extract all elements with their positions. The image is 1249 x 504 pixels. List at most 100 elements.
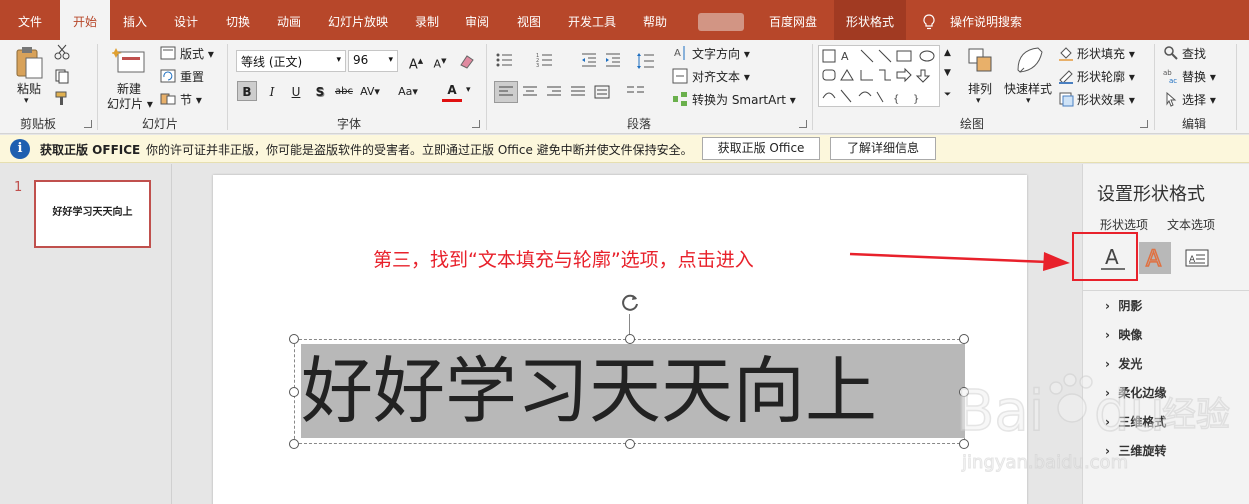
gallery-more-icon[interactable]: ⏷: [944, 90, 951, 100]
paste-dropdown-icon[interactable]: ▾: [24, 96, 29, 106]
font-family-select[interactable]: 等线 (正文) ▾: [236, 50, 346, 72]
text-direction-button[interactable]: 文字方向 ▾: [692, 45, 750, 62]
tab-insert[interactable]: 插入: [112, 0, 158, 40]
rotate-handle-icon[interactable]: [619, 292, 641, 314]
resize-handle-bottom[interactable]: [625, 439, 635, 449]
align-right-icon[interactable]: [546, 85, 562, 99]
layout-button[interactable]: 版式 ▾: [180, 45, 214, 62]
distributed-icon[interactable]: [594, 85, 610, 99]
shape-effects-button[interactable]: 形状效果 ▾: [1077, 91, 1135, 108]
tab-transitions[interactable]: 切换: [215, 0, 261, 40]
font-size-select[interactable]: 96 ▾: [348, 50, 398, 72]
align-text-button[interactable]: 对齐文本 ▾: [692, 68, 750, 85]
tab-view[interactable]: 视图: [506, 0, 552, 40]
slide-thumbnail[interactable]: 好好学习天天向上: [34, 180, 151, 248]
columns-icon[interactable]: [626, 85, 646, 99]
shape-fill-button[interactable]: 形状填充 ▾: [1077, 45, 1135, 62]
quick-styles-icon[interactable]: [1014, 44, 1044, 76]
copy-icon[interactable]: [54, 68, 70, 84]
bullets-icon[interactable]: [496, 52, 518, 68]
tab-developer[interactable]: 开发工具: [561, 0, 623, 40]
char-spacing-icon[interactable]: AV▾: [360, 82, 380, 102]
drawing-launcher[interactable]: [1140, 120, 1148, 128]
resize-handle-bottom-left[interactable]: [289, 439, 299, 449]
new-slide-label-2[interactable]: 幻灯片 ▾: [107, 95, 153, 112]
tab-help[interactable]: 帮助: [632, 0, 678, 40]
clipboard-launcher[interactable]: [84, 120, 92, 128]
align-center-icon[interactable]: [522, 85, 538, 99]
grow-font-icon[interactable]: A▲: [406, 51, 426, 72]
font-color-dropdown-icon[interactable]: ▾: [466, 85, 471, 95]
strikethrough-button[interactable]: abc: [334, 82, 354, 102]
paste-button[interactable]: 粘贴: [17, 80, 41, 97]
line-spacing-icon[interactable]: [636, 52, 656, 70]
resize-handle-top-right[interactable]: [959, 334, 969, 344]
change-case-icon[interactable]: Aa▾: [398, 82, 418, 102]
text-direction-icon[interactable]: A: [672, 44, 688, 62]
shape-outline-button[interactable]: 形状轮廓 ▾: [1077, 68, 1135, 85]
replace-icon[interactable]: abac: [1163, 68, 1179, 84]
tab-shape-options[interactable]: 形状选项: [1100, 216, 1148, 233]
quick-styles-dropdown-icon[interactable]: ▾: [1026, 96, 1031, 106]
section-icon[interactable]: [160, 92, 176, 106]
shadow-button[interactable]: S: [310, 82, 330, 102]
gallery-down-icon[interactable]: ▼: [944, 68, 951, 78]
numbering-icon[interactable]: 123: [536, 52, 558, 68]
clear-formatting-icon[interactable]: [458, 53, 476, 69]
tab-text-options[interactable]: 文本选项: [1167, 216, 1215, 233]
shrink-font-icon[interactable]: A▼: [430, 51, 450, 71]
shape-outline-icon[interactable]: [1058, 68, 1074, 84]
tab-home[interactable]: 开始: [60, 0, 110, 40]
smartart-icon[interactable]: [672, 91, 688, 107]
section-reflection[interactable]: › 映像: [1105, 326, 1142, 343]
select-icon[interactable]: [1163, 91, 1179, 107]
find-button[interactable]: 查找: [1182, 45, 1206, 62]
quick-styles-button[interactable]: 快速样式: [1004, 80, 1052, 97]
arrange-button[interactable]: 排列: [968, 80, 992, 97]
slide-canvas[interactable]: 第三，找到“文本填充与轮廓”选项，点击进入 好好学习天天向上: [213, 175, 1027, 504]
arrange-icon[interactable]: [966, 46, 996, 76]
arrange-dropdown-icon[interactable]: ▾: [976, 96, 981, 106]
gallery-up-icon[interactable]: ▲: [944, 48, 951, 58]
font-launcher[interactable]: [472, 120, 480, 128]
format-painter-icon[interactable]: [54, 90, 70, 106]
shapes-gallery[interactable]: A {}: [818, 45, 940, 107]
reset-icon[interactable]: [160, 69, 176, 83]
align-text-icon[interactable]: [672, 68, 688, 84]
increase-indent-icon[interactable]: [604, 52, 622, 68]
decrease-indent-icon[interactable]: [580, 52, 598, 68]
shape-effects-icon[interactable]: [1058, 91, 1074, 107]
new-slide-icon[interactable]: [112, 46, 146, 76]
text-effects-tab[interactable]: A: [1139, 242, 1171, 274]
select-button[interactable]: 选择 ▾: [1182, 91, 1216, 108]
reset-button[interactable]: 重置: [180, 68, 204, 85]
bold-button[interactable]: B: [237, 81, 257, 101]
resize-handle-top[interactable]: [625, 334, 635, 344]
italic-button[interactable]: I: [262, 82, 282, 102]
tab-record[interactable]: 录制: [404, 0, 450, 40]
get-genuine-office-button[interactable]: 获取正版 Office: [702, 137, 820, 160]
cut-icon[interactable]: [54, 44, 70, 60]
tab-slideshow[interactable]: 幻灯片放映: [318, 0, 398, 40]
slide-main-text[interactable]: 好好学习天天向上: [301, 344, 965, 438]
section-button[interactable]: 节 ▾: [180, 91, 202, 108]
resize-handle-top-left[interactable]: [289, 334, 299, 344]
tab-baidu-netdisk[interactable]: 百度网盘: [762, 0, 824, 40]
paste-icon[interactable]: [14, 46, 44, 80]
section-shadow[interactable]: › 阴影: [1105, 297, 1142, 314]
tab-design[interactable]: 设计: [163, 0, 209, 40]
selected-textbox[interactable]: 好好学习天天向上: [289, 334, 969, 449]
find-icon[interactable]: [1163, 45, 1179, 61]
learn-more-button[interactable]: 了解详细信息: [830, 137, 936, 160]
replace-button[interactable]: 替换 ▾: [1182, 68, 1216, 85]
tab-animations[interactable]: 动画: [266, 0, 312, 40]
paragraph-launcher[interactable]: [799, 120, 807, 128]
tab-shape-format[interactable]: 形状格式: [834, 0, 906, 40]
tab-file[interactable]: 文件: [0, 0, 60, 40]
font-color-icon[interactable]: A: [442, 82, 462, 102]
tell-me-search[interactable]: 操作说明搜索: [942, 0, 1030, 40]
underline-button[interactable]: U: [286, 82, 306, 102]
textbox-icon[interactable]: A: [1181, 242, 1213, 274]
justify-icon[interactable]: [570, 85, 586, 99]
convert-smartart-button[interactable]: 转换为 SmartArt ▾: [692, 91, 796, 108]
